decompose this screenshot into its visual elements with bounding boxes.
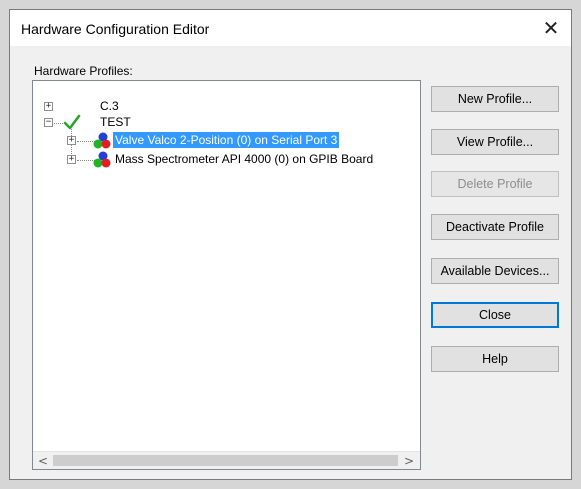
tree-connector: [54, 123, 63, 124]
horizontal-scrollbar[interactable]: < >: [33, 451, 420, 469]
tree-node-mass-spectrometer[interactable]: Mass Spectrometer API 4000 (0) on GPIB B…: [115, 151, 373, 167]
expand-c3-toggle[interactable]: +: [44, 102, 53, 111]
close-icon: ✕: [542, 17, 560, 40]
new-profile-button[interactable]: New Profile...: [431, 86, 559, 112]
active-check-icon: [63, 114, 81, 130]
hardware-profiles-label: Hardware Profiles:: [34, 64, 133, 78]
expand-mass-spec-toggle[interactable]: +: [67, 155, 76, 164]
window-title: Hardware Configuration Editor: [21, 21, 210, 37]
close-window-button[interactable]: ✕: [531, 10, 571, 46]
tree-node-valve-valco[interactable]: Valve Valco 2-Position (0) on Serial Por…: [113, 132, 340, 148]
tree-node-c3[interactable]: C.3: [100, 98, 119, 114]
scroll-right-button[interactable]: >: [400, 452, 418, 469]
scroll-left-button[interactable]: <: [34, 452, 52, 469]
deactivate-profile-button[interactable]: Deactivate Profile: [431, 214, 559, 240]
expand-valve-toggle[interactable]: +: [67, 136, 76, 145]
device-icon: [93, 132, 111, 149]
close-button[interactable]: Close: [431, 302, 559, 328]
view-profile-button[interactable]: View Profile...: [431, 129, 559, 155]
tree-viewport: + C.3 − TEST + Valve Valco 2-Position (0…: [33, 81, 420, 451]
available-devices-button[interactable]: Available Devices...: [431, 258, 559, 284]
hardware-profiles-tree[interactable]: + C.3 − TEST + Valve Valco 2-Position (0…: [32, 80, 421, 470]
hardware-config-dialog: Hardware Configuration Editor ✕ Hardware…: [9, 9, 572, 480]
scroll-thumb[interactable]: [53, 455, 398, 466]
title-bar: Hardware Configuration Editor ✕: [10, 10, 571, 46]
tree-node-test[interactable]: TEST: [100, 114, 131, 130]
device-icon: [93, 151, 111, 168]
delete-profile-button[interactable]: Delete Profile: [431, 171, 559, 197]
help-button[interactable]: Help: [431, 346, 559, 372]
collapse-test-toggle[interactable]: −: [44, 118, 53, 127]
